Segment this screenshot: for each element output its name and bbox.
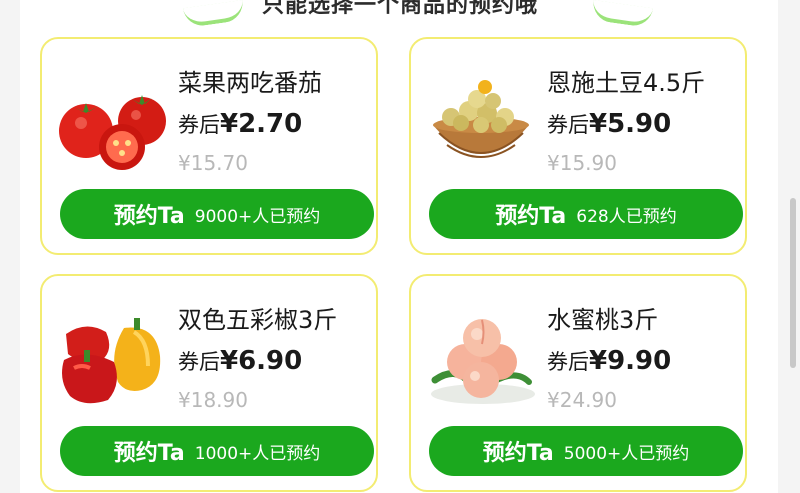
coupon-prefix: 券后: [547, 113, 589, 137]
peach-image: [431, 319, 535, 404]
original-price: ¥15.70: [178, 151, 248, 175]
product-name: 菜果两吃番茄: [178, 69, 322, 97]
product-name: 恩施土豆4.5斤: [547, 69, 706, 97]
bell-pepper-image: [62, 318, 161, 404]
booked-count: 5000+人已预约: [563, 443, 690, 464]
coupon-price: 券后¥2.70: [178, 109, 302, 139]
coupon-prefix: 券后: [547, 350, 589, 374]
booked-count: 9000+人已预约: [194, 206, 321, 227]
coupon-price: 券后¥5.90: [547, 109, 671, 139]
price-value: ¥9.90: [589, 346, 672, 376]
tomato-image: [59, 95, 166, 170]
coupon-price: 券后¥6.90: [178, 346, 302, 376]
original-price: ¥15.90: [547, 151, 617, 175]
reserve-button[interactable]: 预约Ta 628人已预约: [429, 189, 743, 239]
reserve-button-label: 预约Ta: [482, 441, 554, 466]
original-price: ¥18.90: [178, 388, 248, 412]
coupon-prefix: 券后: [178, 113, 220, 137]
potato-basket-image: [433, 80, 529, 158]
booked-count: 1000+人已预约: [194, 443, 321, 464]
price-value: ¥2.70: [220, 109, 303, 139]
reserve-button[interactable]: 预约Ta 5000+人已预约: [429, 426, 743, 476]
product-name: 水蜜桃3斤: [547, 306, 659, 334]
product-card-tomato[interactable]: 菜果两吃番茄 券后¥2.70 ¥15.70 预约Ta 9000+人已预约: [40, 37, 378, 255]
coupon-prefix: 券后: [178, 350, 220, 374]
reserve-button-label: 预约Ta: [113, 204, 185, 229]
reserve-button-label: 预约Ta: [113, 441, 185, 466]
reserve-button-label: 预约Ta: [495, 204, 567, 229]
booked-count: 628人已预约: [576, 206, 677, 227]
scrollbar[interactable]: [790, 198, 796, 368]
price-value: ¥5.90: [589, 109, 672, 139]
product-name: 双色五彩椒3斤: [178, 306, 338, 334]
coupon-price: 券后¥9.90: [547, 346, 671, 376]
product-card-peach[interactable]: 水蜜桃3斤 券后¥9.90 ¥24.90 预约Ta 5000+人已预约: [409, 274, 747, 492]
product-card-pepper[interactable]: 双色五彩椒3斤 券后¥6.90 ¥18.90 预约Ta 1000+人已预约: [40, 274, 378, 492]
section-heading: 只能选择一个商品的预约哦: [261, 0, 538, 18]
price-value: ¥6.90: [220, 346, 303, 376]
reserve-button[interactable]: 预约Ta 1000+人已预约: [60, 426, 374, 476]
original-price: ¥24.90: [547, 388, 617, 412]
reserve-button[interactable]: 预约Ta 9000+人已预约: [60, 189, 374, 239]
product-card-potato[interactable]: 恩施土豆4.5斤 券后¥5.90 ¥15.90 预约Ta 628人已预约: [409, 37, 747, 255]
